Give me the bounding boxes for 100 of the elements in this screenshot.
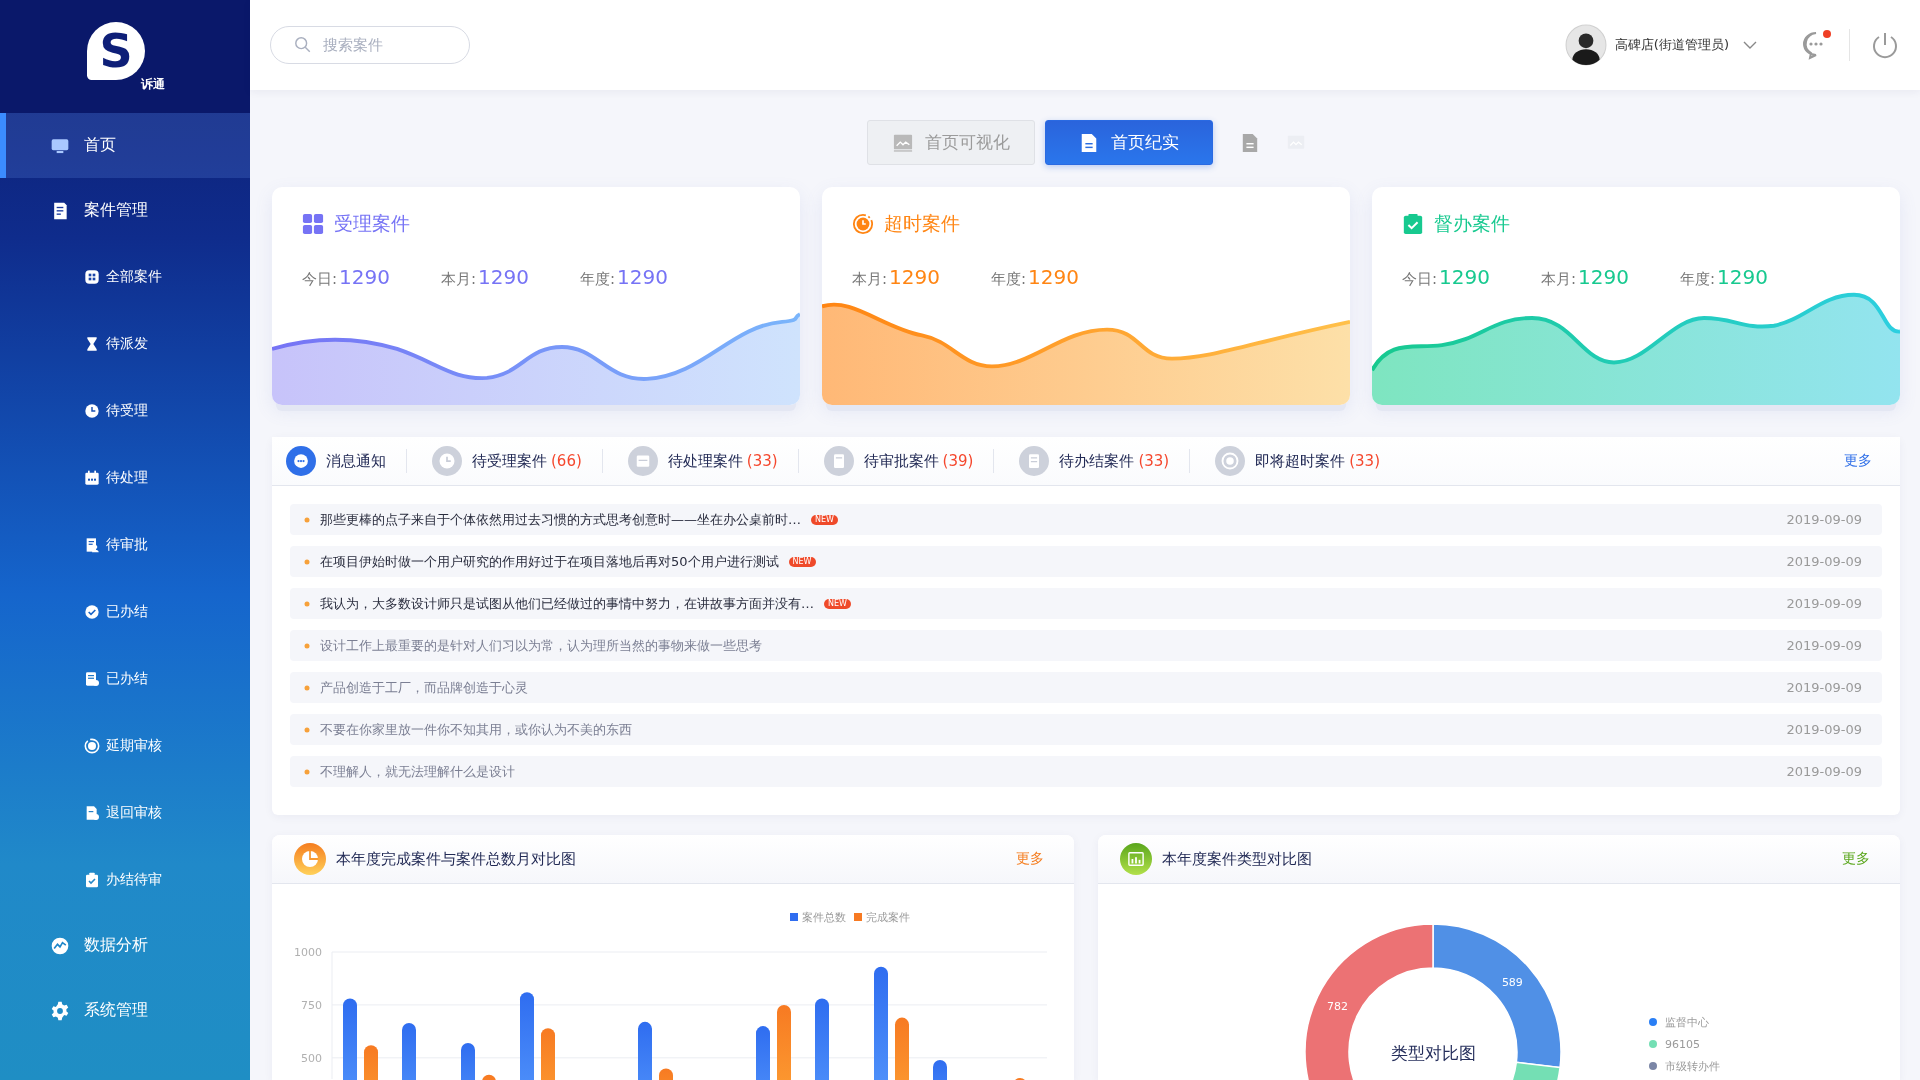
data-label: 589 xyxy=(1501,975,1523,989)
notice-text: 在项目伊始时做一个用户研究的作用好过于在项目落地后再对50个用户进行测试 xyxy=(320,552,779,571)
nav-subitem[interactable]: 延期审核 xyxy=(0,712,250,779)
notice-text: 不理解人，就无法理解什么是设计 xyxy=(320,762,515,781)
notice-tab[interactable]: 待处理案件 (33) xyxy=(627,449,799,473)
notice-date: 2019-09-09 xyxy=(1786,638,1862,653)
stat-value: 1290 xyxy=(1028,265,1079,289)
notice-date: 2019-09-09 xyxy=(1786,512,1862,527)
notice-text: 那些更棒的点子来自于个体依然用过去习惯的方式思考创意时——坐在办公桌前时… xyxy=(320,510,801,529)
nav-item[interactable]: 系统管理 xyxy=(0,978,250,1043)
stat-value: 1290 xyxy=(889,265,940,289)
legend-label: 市级转办件 xyxy=(1665,1060,1720,1073)
notice-date: 2019-09-09 xyxy=(1786,596,1862,611)
clipboard-check-icon xyxy=(1402,213,1424,235)
notice-row[interactable]: 产品创造于工厂，而品牌创造于心灵 2019-09-09 xyxy=(290,672,1882,703)
legend-label: 96105 xyxy=(1665,1038,1700,1051)
line-chart-icon xyxy=(50,935,70,956)
stat-label: 年度: xyxy=(991,270,1027,289)
legend-item: 案件总数 xyxy=(790,911,846,924)
view-tab[interactable]: 首页纪实 xyxy=(1045,120,1213,165)
avatar[interactable] xyxy=(1564,24,1607,66)
legend-label: 案件总数 xyxy=(802,911,846,924)
bullet-icon xyxy=(304,642,310,649)
stat-value: 1290 xyxy=(1439,265,1490,289)
panel-title: 本年度完成案件与案件总数月对比图 xyxy=(336,849,576,869)
legend-label: 监督中心 xyxy=(1665,1016,1709,1029)
nav-item[interactable]: 案件管理 xyxy=(0,178,250,243)
grid-icon xyxy=(84,268,100,285)
notice-text: 设计工作上最重要的是针对人们习以为常，认为理所当然的事物来做一些思考 xyxy=(320,636,762,655)
nav-subitem[interactable]: 办结待审 xyxy=(0,846,250,913)
notice-text: 产品创造于工厂，而品牌创造于心灵 xyxy=(320,678,528,697)
bar-chart-icon xyxy=(1120,843,1152,875)
notice-tab[interactable]: 消息通知 xyxy=(286,449,407,473)
notice-row[interactable]: 那些更棒的点子来自于个体依然用过去习惯的方式思考创意时——坐在办公桌前时… NEW 2019-09-09 xyxy=(290,504,1882,535)
stat-label: 年度: xyxy=(580,270,616,289)
stat-value: 1290 xyxy=(478,265,529,289)
notice-date: 2019-09-09 xyxy=(1786,680,1862,695)
stat-label: 今日: xyxy=(302,270,338,289)
nav-subitem[interactable]: 待审批 xyxy=(0,511,250,578)
notice-tab[interactable]: 待受理案件 (66) xyxy=(432,449,603,473)
legend-item: 完成案件 xyxy=(854,911,910,924)
notice-date: 2019-09-09 xyxy=(1786,722,1862,737)
panel-title: 本年度案件类型对比图 xyxy=(1162,849,1312,869)
chat-icon[interactable] xyxy=(1801,29,1833,61)
stat-label: 年度: xyxy=(1680,270,1716,289)
caret-icon[interactable] xyxy=(1743,41,1757,49)
document-icon xyxy=(823,446,854,476)
pie-icon xyxy=(294,843,326,875)
calendar-icon xyxy=(627,446,658,476)
notice-row[interactable]: 不理解人，就无法理解什么是设计 2019-09-09 xyxy=(290,756,1882,787)
document-person-icon xyxy=(84,536,100,553)
stat-value: 1290 xyxy=(1578,265,1629,289)
power-icon[interactable] xyxy=(1870,30,1900,60)
nav-item[interactable]: 数据分析 xyxy=(0,913,250,978)
bullet-icon xyxy=(304,768,310,775)
card-title: 超时案件 xyxy=(884,211,960,236)
document-icon[interactable] xyxy=(1241,132,1259,153)
hourglass-icon xyxy=(84,335,100,352)
notice-tab[interactable]: 待审批案件 (39) xyxy=(823,449,995,473)
chat-icon xyxy=(286,446,316,476)
check-circle-icon xyxy=(84,603,100,620)
notice-row[interactable]: 在项目伊始时做一个用户研究的作用好过于在项目落地后再对50个用户进行测试 NEW 2019-09-09 xyxy=(290,546,1882,577)
nav-subitem[interactable]: 已办结 xyxy=(0,645,250,712)
stat-label: 今日: xyxy=(1402,270,1438,289)
legend-label: 完成案件 xyxy=(866,911,910,924)
nav-subitem[interactable]: 待处理 xyxy=(0,444,250,511)
clipboard-check-icon xyxy=(84,871,100,888)
search-field[interactable]: 搜索案件 xyxy=(270,26,470,64)
data-label: 782 xyxy=(1326,1000,1348,1014)
stat-value: 1290 xyxy=(1717,265,1768,289)
nav-subitem[interactable]: 待受理 xyxy=(0,377,250,444)
new-badge: NEW xyxy=(824,598,851,609)
card-title: 受理案件 xyxy=(334,211,410,236)
bullet-icon xyxy=(304,726,310,733)
notice-tab[interactable]: 即将超时案件 (33) xyxy=(1215,449,1400,473)
nav-subitem[interactable]: 全部案件 xyxy=(0,243,250,310)
notice-text: 不要在你家里放一件你不知其用，或你认为不美的东西 xyxy=(320,720,632,739)
notice-row[interactable]: 不要在你家里放一件你不知其用，或你认为不美的东西 2019-09-09 xyxy=(290,714,1882,745)
axis-tick-label: 1000 xyxy=(294,946,322,959)
new-badge: NEW xyxy=(788,556,816,567)
nav-subitem[interactable]: 已办结 xyxy=(0,578,250,645)
settings-icon xyxy=(50,1000,70,1021)
stat-value: 1290 xyxy=(617,265,668,289)
bullet-icon xyxy=(304,516,310,523)
notice-row[interactable]: 我认为，大多数设计师只是试图从他们已经做过的事情中努力，在讲故事方面并没有… NEW 2019-09-09 xyxy=(290,588,1882,619)
notice-tab[interactable]: 待办结案件 (33) xyxy=(1019,449,1191,473)
nav-subitem[interactable]: 退回审核 xyxy=(0,779,250,846)
nav-item[interactable]: 首页 xyxy=(0,113,250,178)
nav-subitem[interactable]: 待派发 xyxy=(0,310,250,377)
document-icon xyxy=(1079,132,1099,153)
user-name[interactable]: 高碑店(街道管理员) xyxy=(1614,36,1729,54)
bullet-icon xyxy=(304,684,310,691)
more-link[interactable]: 更多 xyxy=(1844,452,1872,470)
stat-label: 本月: xyxy=(441,270,477,289)
notice-date: 2019-09-09 xyxy=(1786,764,1862,779)
notice-row[interactable]: 设计工作上最重要的是针对人们习以为常，认为理所当然的事物来做一些思考 2019-09-09 xyxy=(290,630,1882,661)
stat-label: 本月: xyxy=(1541,270,1577,289)
donut-title: 类型对比图 xyxy=(1390,1043,1476,1063)
notice-date: 2019-09-09 xyxy=(1786,554,1862,569)
bullet-icon xyxy=(304,600,310,607)
